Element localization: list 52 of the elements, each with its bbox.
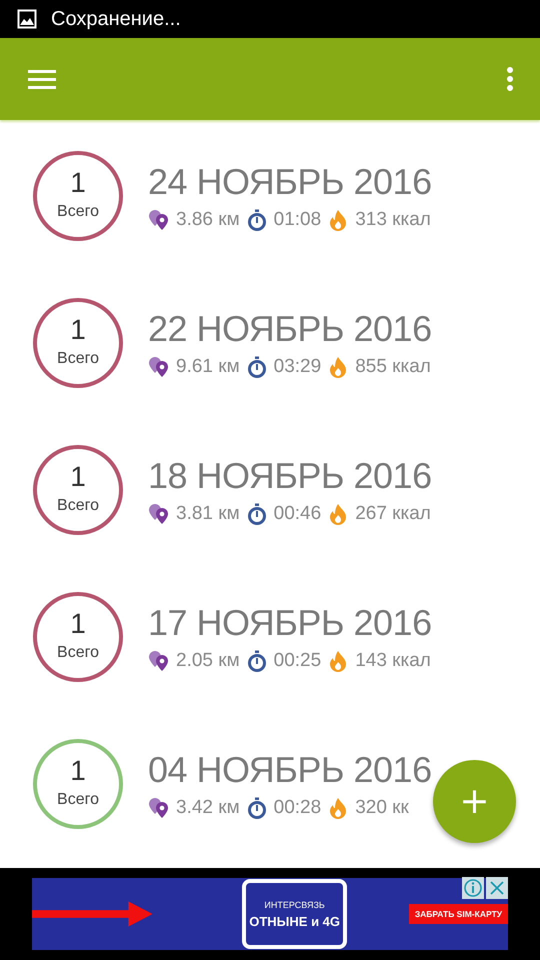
duration-text: 03:29 [274,356,322,378]
stopwatch-icon [246,502,268,524]
calories-text: 143 ккал [355,650,431,672]
ad-banner[interactable]: ИНТЕРСВЯЗЬ ОТНЫНЕ и 4G ЗАБРАТЬ SIM-КАРТУ [32,878,508,950]
location-pins-icon [148,796,170,818]
duration-text: 00:46 [274,502,322,524]
ad-headline: ОТНЫНЕ и 4G [249,914,340,928]
location-pins-icon [148,650,170,672]
calories-text: 855 ккал [355,356,431,378]
info-icon[interactable] [462,877,484,899]
stopwatch-icon [246,796,268,818]
image-icon [17,9,37,29]
count-label: Всего [57,644,99,662]
workout-date[interactable]: 04 НОЯБРЬ 2016 [148,748,432,790]
count-value: 1 [70,460,86,492]
count-value: 1 [70,754,86,786]
ad-cta-button[interactable]: ЗАБРАТЬ SIM-КАРТУ [408,904,508,924]
ad-brand: ИНТЕРСВЯЗЬ [264,900,325,910]
count-label: Всего [57,350,99,368]
count-value: 1 [70,314,86,346]
workout-date[interactable]: 17 НОЯБРЬ 2016 [148,602,437,644]
notification-text: Сохранение... [51,8,181,30]
count-label: Всего [57,790,99,808]
location-pins-icon [148,356,170,378]
close-icon[interactable] [486,877,508,899]
add-button[interactable]: + [433,760,516,843]
location-pins-icon [148,502,170,524]
count-label: Всего [57,202,99,220]
count-value: 1 [70,166,86,198]
duration-text: 00:25 [274,650,322,672]
distance-text: 3.81 км [176,502,240,524]
distance-text: 3.86 км [176,208,240,230]
arrow-icon [32,901,152,927]
workout-date[interactable]: 24 НОЯБРЬ 2016 [148,160,437,202]
stopwatch-icon [246,208,268,230]
more-options-icon[interactable] [506,66,514,92]
menu-icon[interactable] [28,69,56,89]
stopwatch-icon [246,650,268,672]
calories-text: 267 ккал [355,502,431,524]
location-pins-icon [148,208,170,230]
count-label: Всего [57,496,99,514]
distance-text: 3.42 км [176,796,240,818]
duration-text: 01:08 [274,208,322,230]
duration-text: 00:28 [274,796,322,818]
workout-date[interactable]: 18 НОЯБРЬ 2016 [148,454,437,496]
calories-text: 313 ккал [355,208,431,230]
calories-text: 320 кк [355,796,409,818]
workout-date[interactable]: 22 НОЯБРЬ 2016 [148,308,437,350]
distance-text: 9.61 км [176,356,240,378]
count-value: 1 [70,608,86,640]
distance-text: 2.05 км [176,650,240,672]
stopwatch-icon [246,356,268,378]
